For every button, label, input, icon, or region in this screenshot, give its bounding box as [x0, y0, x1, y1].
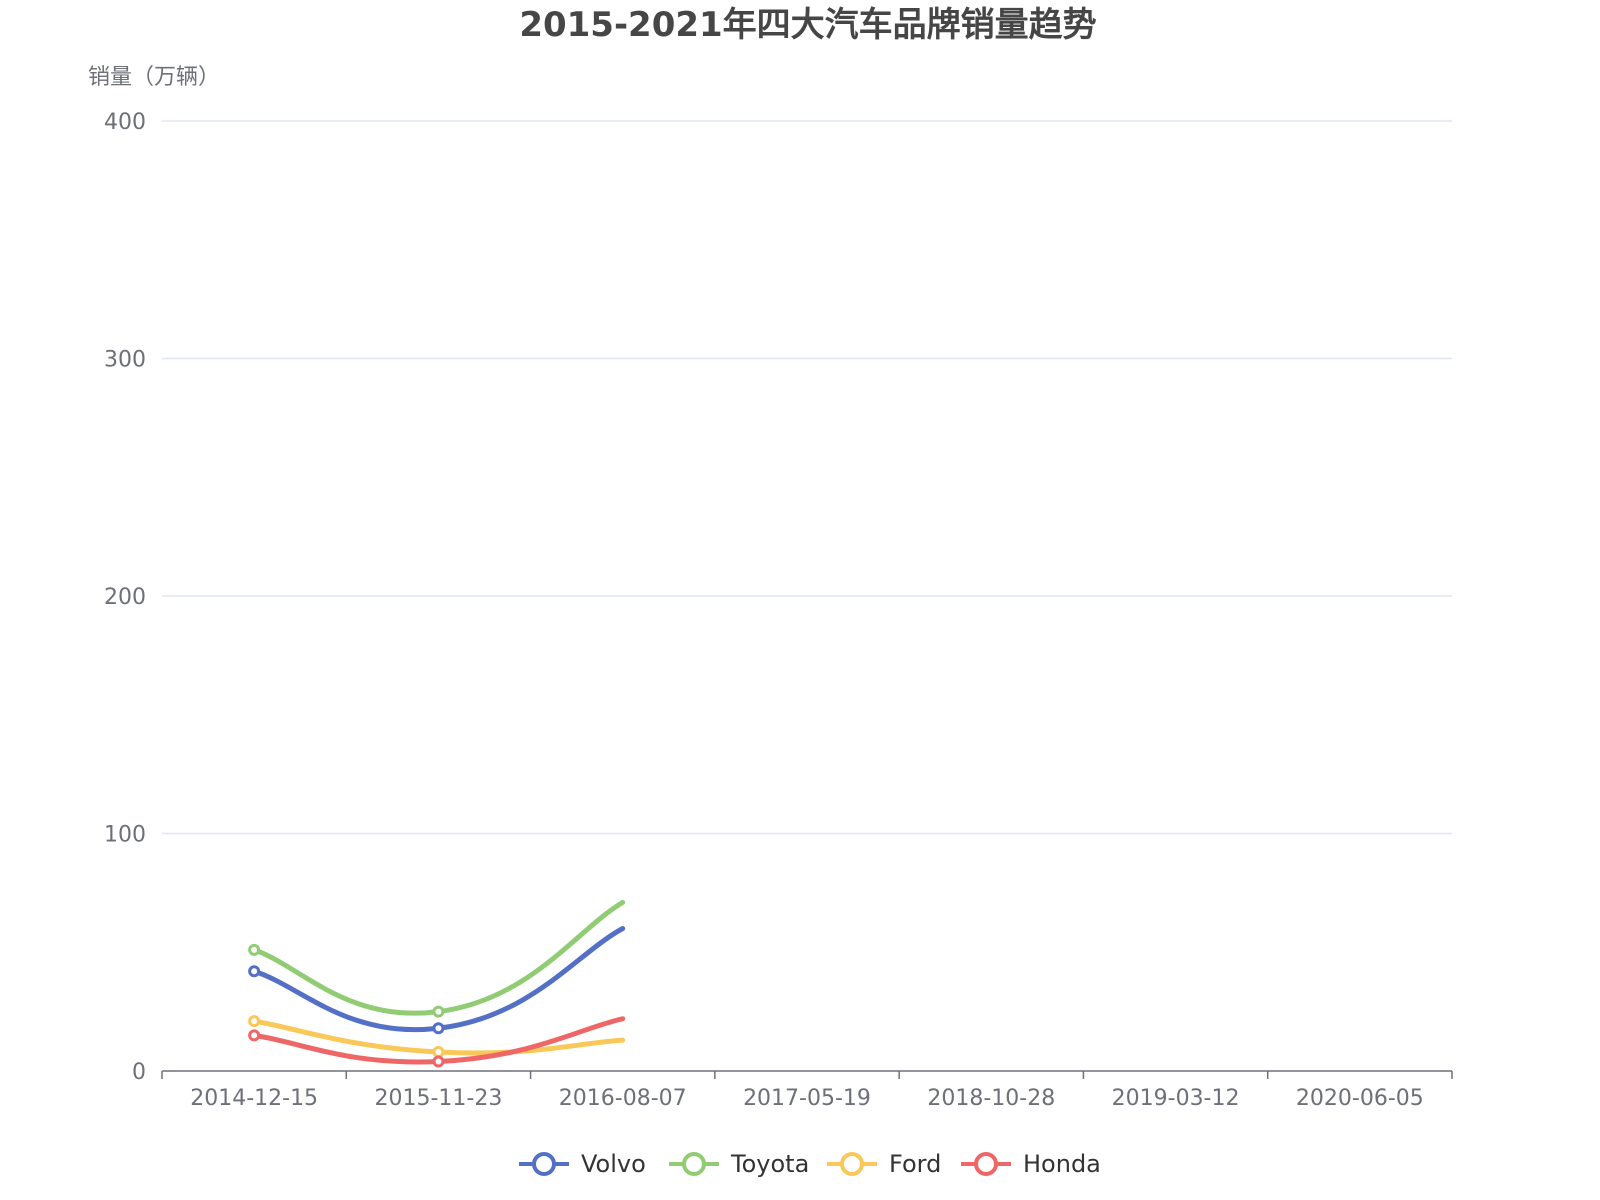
data-point[interactable] — [432, 1046, 445, 1058]
legend-label: Volvo — [581, 1150, 646, 1178]
legend-marker — [840, 1152, 864, 1176]
data-point[interactable] — [248, 1015, 261, 1028]
line-chart: 2015-2021年四大汽车品牌销量趋势 销量（万辆） 0 100 200 300 40… — [88, 5, 1453, 1178]
x-tick-label: 2018-10-28 — [927, 1086, 1055, 1111]
legend-marker — [532, 1152, 556, 1176]
data-point[interactable] — [432, 1005, 445, 1018]
x-tick-label: 2019-03-12 — [1112, 1086, 1240, 1111]
legend-marker — [682, 1152, 706, 1176]
grid-lines — [162, 120, 1452, 835]
legend-item-volvo[interactable]: Volvo — [519, 1150, 646, 1178]
legend-item-ford[interactable]: Ford — [827, 1150, 941, 1178]
x-tick-label: 2014-12-15 — [190, 1086, 318, 1111]
legend-marker — [974, 1152, 998, 1176]
y-tick-label: 0 — [132, 1060, 146, 1085]
data-point[interactable] — [248, 943, 261, 956]
legend-label: Ford — [889, 1150, 941, 1178]
legend-label: Honda — [1023, 1150, 1101, 1178]
series-group — [248, 899, 626, 1068]
x-tick-label: 2016-08-07 — [559, 1086, 687, 1111]
data-point[interactable] — [432, 1055, 445, 1068]
x-tick-label: 2020-06-05 — [1296, 1086, 1424, 1111]
axes: 0 100 200 300 400 2014-12-15 2015-11-23 2016-08… — [104, 110, 1453, 1111]
data-point[interactable] — [248, 1029, 261, 1042]
y-tick-label: 300 — [104, 348, 146, 373]
x-tick-label: 2015-11-23 — [374, 1086, 502, 1111]
y-tick-label: 100 — [104, 823, 146, 848]
legend-item-toyota[interactable]: Toyota — [669, 1150, 809, 1178]
x-tick-label: 2017-05-19 — [743, 1086, 871, 1111]
legend-item-honda[interactable]: Honda — [961, 1150, 1101, 1178]
data-point[interactable] — [432, 1022, 445, 1035]
legend-label: Toyota — [730, 1150, 809, 1178]
y-axis-label: 销量（万辆） — [88, 65, 220, 90]
data-point[interactable] — [248, 965, 261, 978]
legend[interactable]: Volvo Toyota Ford Honda — [519, 1150, 1101, 1178]
chart-title: 2015-2021年四大汽车品牌销量趋势 — [519, 5, 1096, 45]
y-tick-label: 200 — [104, 585, 146, 610]
y-tick-label: 400 — [104, 110, 146, 135]
